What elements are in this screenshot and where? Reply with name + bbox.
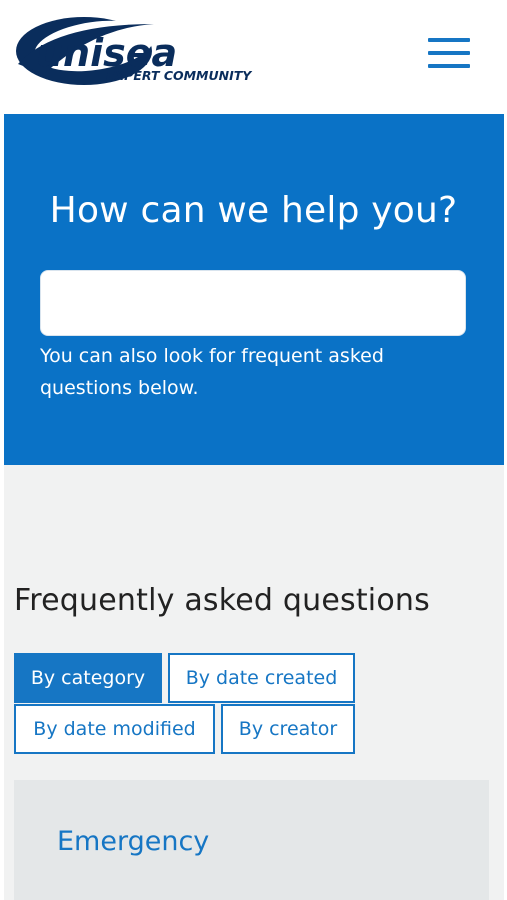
search-input[interactable] [40,270,466,336]
unisea-logo[interactable]: unisea EXPERT COMMUNITY [14,14,264,92]
hamburger-menu-icon[interactable] [426,36,472,72]
tab-by-date-created[interactable]: By date created [168,653,355,703]
logo-tagline: EXPERT COMMUNITY [106,68,253,83]
hero-title: How can we help you? [49,190,458,231]
category-emergency-link[interactable]: Emergency [57,826,209,857]
tab-by-date-modified[interactable]: By date modified [14,704,215,754]
site-header: unisea EXPERT COMMUNITY [0,0,507,113]
tab-by-category[interactable]: By category [14,653,162,703]
tab-by-creator[interactable]: By creator [221,704,355,754]
faq-title: Frequently asked questions [14,583,430,618]
hero-note: You can also look for frequent asked que… [40,345,384,399]
